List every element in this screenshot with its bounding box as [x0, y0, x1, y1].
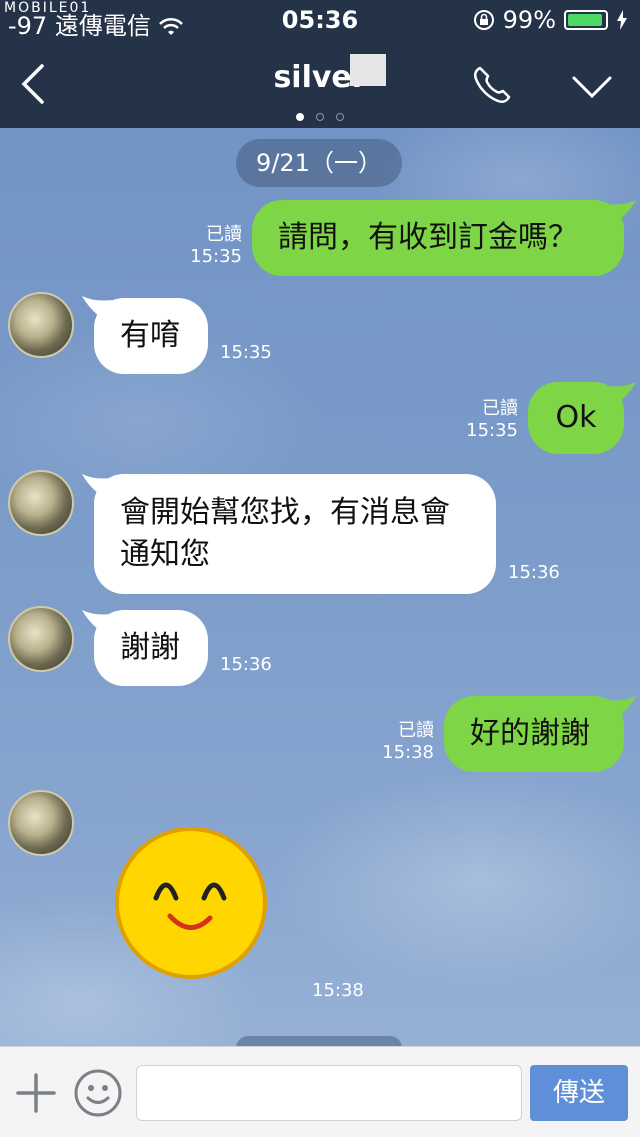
message-text-line: 會開始幫您找，有消息會: [120, 495, 450, 530]
read-receipt: 已讀 15:38: [366, 720, 434, 764]
chevron-down-icon[interactable]: [568, 70, 616, 102]
message-text: 謝謝: [120, 630, 180, 665]
read-label: 已讀: [398, 720, 434, 741]
chat-header: silver: [0, 40, 640, 128]
read-receipt: 已讀 15:35: [176, 224, 242, 268]
page-dot: [336, 113, 344, 121]
avatar[interactable]: [8, 790, 74, 856]
date-separator: 9/21（一）: [236, 139, 402, 187]
status-bar: MOBILE01 -97 遠傳電信 05:36 99%: [0, 0, 640, 40]
avatar[interactable]: [8, 606, 74, 672]
message-text-line: 通知您: [120, 537, 210, 572]
page-dot: [296, 113, 304, 121]
message-time: 15:35: [220, 342, 272, 363]
message-time: 15:35: [190, 246, 242, 267]
battery-icon: [564, 10, 608, 30]
message-text: 請問，有收到訂金嗎？: [278, 220, 578, 255]
message-time: 15:38: [312, 980, 364, 1001]
read-label: 已讀: [482, 398, 518, 419]
incoming-message-bubble[interactable]: 有唷: [94, 298, 208, 374]
chat-title[interactable]: silver: [0, 60, 640, 95]
message-time: 15:36: [508, 562, 560, 583]
charging-icon: [617, 10, 627, 30]
smiley-face-sticker[interactable]: [114, 826, 268, 980]
page-indicator: [0, 106, 640, 125]
status-right: 99%: [473, 6, 628, 34]
bubble-tail: [606, 696, 636, 718]
avatar[interactable]: [8, 292, 74, 358]
message-time: 15:38: [382, 742, 434, 763]
read-label: 已讀: [206, 224, 242, 245]
read-receipt: 已讀 15:35: [452, 398, 518, 442]
outgoing-message-bubble[interactable]: 好的謝謝: [444, 696, 624, 772]
phone-call-icon[interactable]: [470, 62, 516, 108]
message-time: 15:36: [220, 654, 272, 675]
incoming-message-bubble[interactable]: 謝謝: [94, 610, 208, 686]
redacted-name-block: [350, 54, 386, 86]
message-text: Ok: [555, 400, 597, 435]
battery-percent: 99%: [502, 6, 556, 34]
message-time: 15:35: [466, 420, 518, 441]
send-button[interactable]: 傳送: [530, 1065, 628, 1121]
plus-icon[interactable]: [14, 1071, 58, 1115]
outgoing-message-bubble[interactable]: 請問，有收到訂金嗎？: [252, 200, 624, 276]
bubble-tail: [606, 200, 636, 222]
emoji-icon[interactable]: [72, 1067, 124, 1119]
message-text: 有唷: [120, 318, 180, 353]
rotation-lock-icon: [473, 10, 494, 30]
incoming-message-bubble[interactable]: 會開始幫您找，有消息會 通知您: [94, 474, 496, 594]
avatar[interactable]: [8, 470, 74, 536]
page-dot: [316, 113, 324, 121]
message-text: 好的謝謝: [470, 716, 590, 751]
bubble-tail: [606, 382, 636, 404]
message-input-bar: 傳送: [0, 1046, 640, 1137]
message-input[interactable]: [136, 1065, 522, 1121]
